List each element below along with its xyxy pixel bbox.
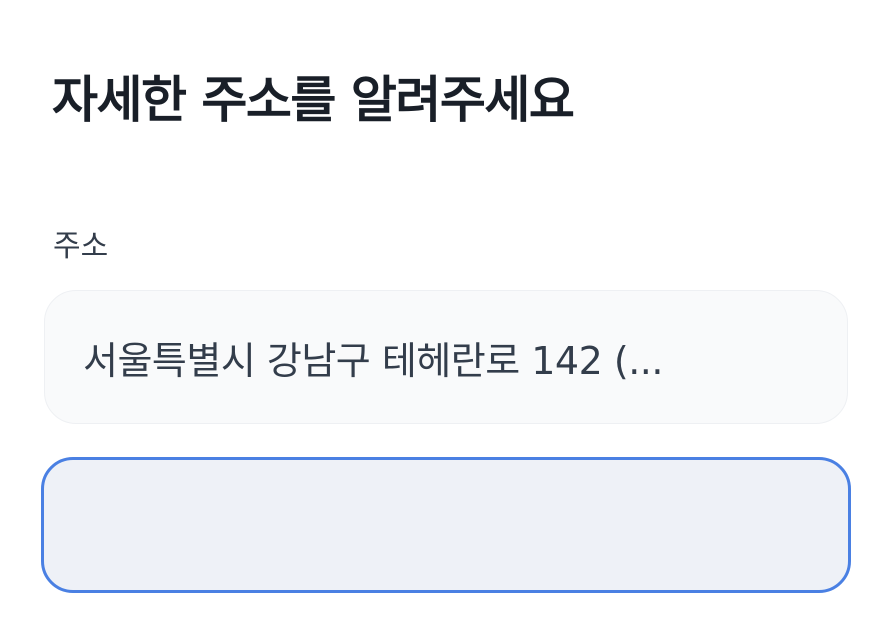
address-field[interactable]: 서울특별시 강남구 테헤란로 142 (...	[44, 290, 848, 424]
address-label: 주소	[53, 229, 109, 264]
page-title: 자세한 주소를 알려주세요	[52, 71, 575, 129]
detail-address-input[interactable]	[41, 457, 851, 593]
address-value: 서울특별시 강남구 테헤란로 142 (...	[83, 338, 663, 383]
